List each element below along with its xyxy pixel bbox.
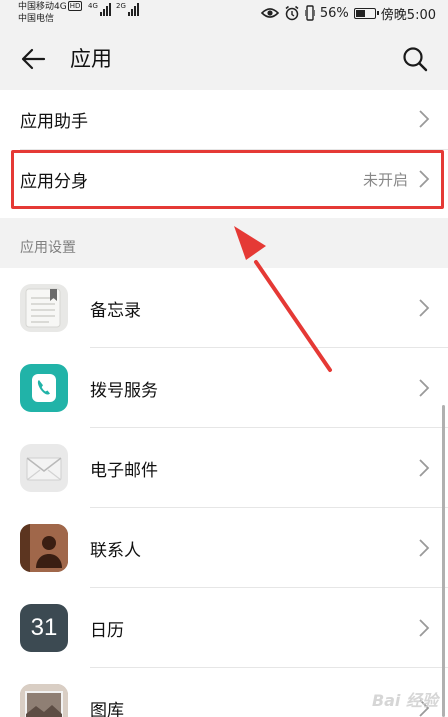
eye-icon — [260, 8, 279, 18]
battery-fill — [355, 9, 366, 17]
list-item-memo[interactable]: 备忘录 — [0, 268, 448, 348]
phone-icon — [20, 364, 68, 412]
signal-icon-2: 2G — [116, 3, 139, 16]
alarm-icon — [285, 5, 299, 21]
signal-icon-1: 4G — [88, 3, 111, 16]
back-arrow-icon[interactable] — [18, 44, 48, 74]
watermark: Bai 经验 — [371, 691, 438, 710]
calendar-icon: 31 — [20, 604, 68, 652]
email-label: 电子邮件 — [90, 461, 158, 481]
battery-percent: 56% — [319, 5, 349, 21]
chevron-right-icon — [419, 379, 430, 397]
page-title: 应用 — [70, 47, 112, 71]
battery-icon — [353, 7, 379, 19]
contact-icon — [20, 524, 68, 572]
contacts-label: 联系人 — [90, 541, 141, 561]
search-icon[interactable] — [400, 44, 430, 74]
list-item-dialer[interactable]: 拨号服务 — [0, 348, 448, 428]
section-title: 应用设置 — [20, 240, 76, 256]
notepad-icon — [20, 284, 68, 332]
app-settings-list: 备忘录 拨号服务 电子邮件 联系人 31 日历 图库 — [0, 268, 448, 717]
list-item-email[interactable]: 电子邮件 — [0, 428, 448, 508]
gallery-icon — [20, 684, 68, 717]
status-right: 56% 傍晚5:00 — [260, 4, 436, 23]
app-assistant-row[interactable]: 应用助手 — [0, 90, 448, 149]
chevron-right-icon — [419, 539, 430, 557]
calendar-label: 日历 — [90, 621, 124, 641]
clock: 傍晚5:00 — [380, 7, 436, 23]
chevron-right-icon — [419, 110, 430, 128]
carrier-info: 中国移动4G HD 中国电信 — [18, 1, 83, 25]
carrier-1: 中国移动4G — [18, 2, 67, 12]
vibrate-icon — [304, 5, 315, 21]
chevron-right-icon — [419, 459, 430, 477]
scrollbar[interactable] — [442, 405, 445, 717]
gallery-label: 图库 — [90, 701, 124, 717]
list-item-calendar[interactable]: 31 日历 — [0, 588, 448, 668]
mail-icon — [20, 444, 68, 492]
app-assistant-label: 应用助手 — [20, 112, 88, 132]
list-item-contacts[interactable]: 联系人 — [0, 508, 448, 588]
status-bar: 中国移动4G HD 中国电信 4G 2G 56% 傍晚5:00 — [0, 0, 448, 30]
annotation-arrow-icon — [234, 226, 332, 372]
highlight-box — [11, 150, 444, 209]
chevron-right-icon — [419, 299, 430, 317]
calendar-date: 31 — [30, 614, 58, 641]
memo-label: 备忘录 — [90, 301, 141, 321]
chevron-right-icon — [419, 619, 430, 637]
dialer-label: 拨号服务 — [90, 381, 158, 401]
carrier-2: 中国电信 — [18, 14, 55, 24]
hd-badge: HD — [67, 1, 83, 11]
app-header: 应用 — [0, 30, 448, 88]
